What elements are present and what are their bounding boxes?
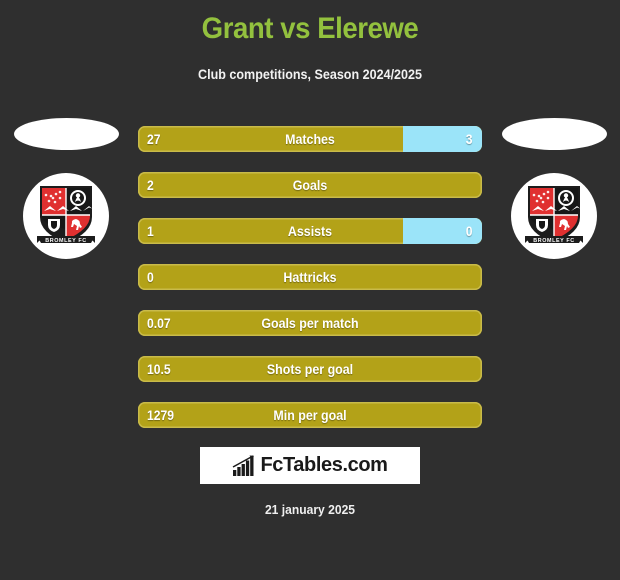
fctables-logo[interactable]: FcTables.com (200, 447, 420, 484)
home-player-photo (13, 118, 119, 150)
stat-row-content: 1 Assists 0 (138, 218, 482, 244)
stat-label: Assists (287, 223, 333, 239)
page-header: Grant vs Elerewe Club competitions, Seas… (0, 0, 620, 82)
stat-row: 0 Hattricks (138, 264, 482, 290)
away-player-column: BROMLEY FC (490, 118, 618, 259)
fctables-logo-text: FcTables.com (260, 454, 388, 476)
page-title: Grant vs Elerewe (201, 12, 419, 45)
home-club-badge[interactable]: BROMLEY FC (23, 173, 109, 259)
bromley-fc-badge-icon: BROMLEY FC (37, 186, 95, 244)
stat-label: Shots per goal (266, 361, 354, 377)
stat-row-content: 0 Hattricks (138, 264, 482, 290)
stat-row-content: 2 Goals (138, 172, 482, 198)
stat-row-content: 10.5 Shots per goal (138, 356, 482, 382)
stats-comparison-list: 27 Matches 3 2 Goals 1 Assists 0 0 Hattricks 0.07 G… (138, 126, 482, 428)
stat-label: Goals (292, 177, 328, 193)
bar-chart-growth-icon (233, 454, 255, 476)
stat-row-content: 0.07 Goals per match (138, 310, 482, 336)
home-player-column: BROMLEY FC (2, 118, 130, 259)
stat-row: 1279 Min per goal (138, 402, 482, 428)
stat-row-content: 1279 Min per goal (138, 402, 482, 428)
stat-label: Matches (285, 131, 335, 147)
stat-row: 2 Goals (138, 172, 482, 198)
footer-date: 21 january 2025 (264, 502, 356, 517)
stat-row: 27 Matches 3 (138, 126, 482, 152)
away-player-photo (501, 118, 607, 150)
away-club-badge[interactable]: BROMLEY FC (511, 173, 597, 259)
svg-text:BROMLEY FC: BROMLEY FC (45, 238, 87, 244)
stat-label: Min per goal (273, 407, 347, 423)
stat-label: Goals per match (261, 315, 359, 331)
stat-away-value: 3 (466, 131, 473, 147)
svg-text:BROMLEY FC: BROMLEY FC (533, 238, 575, 244)
stat-row: 0.07 Goals per match (138, 310, 482, 336)
page-subtitle: Club competitions, Season 2024/2025 (198, 67, 422, 82)
stat-row: 1 Assists 0 (138, 218, 482, 244)
bromley-fc-badge-icon: BROMLEY FC (525, 186, 583, 244)
stat-away-value: 0 (466, 223, 473, 239)
stat-label: Hattricks (283, 269, 337, 285)
stat-row: 10.5 Shots per goal (138, 356, 482, 382)
stat-row-content: 27 Matches 3 (138, 126, 482, 152)
